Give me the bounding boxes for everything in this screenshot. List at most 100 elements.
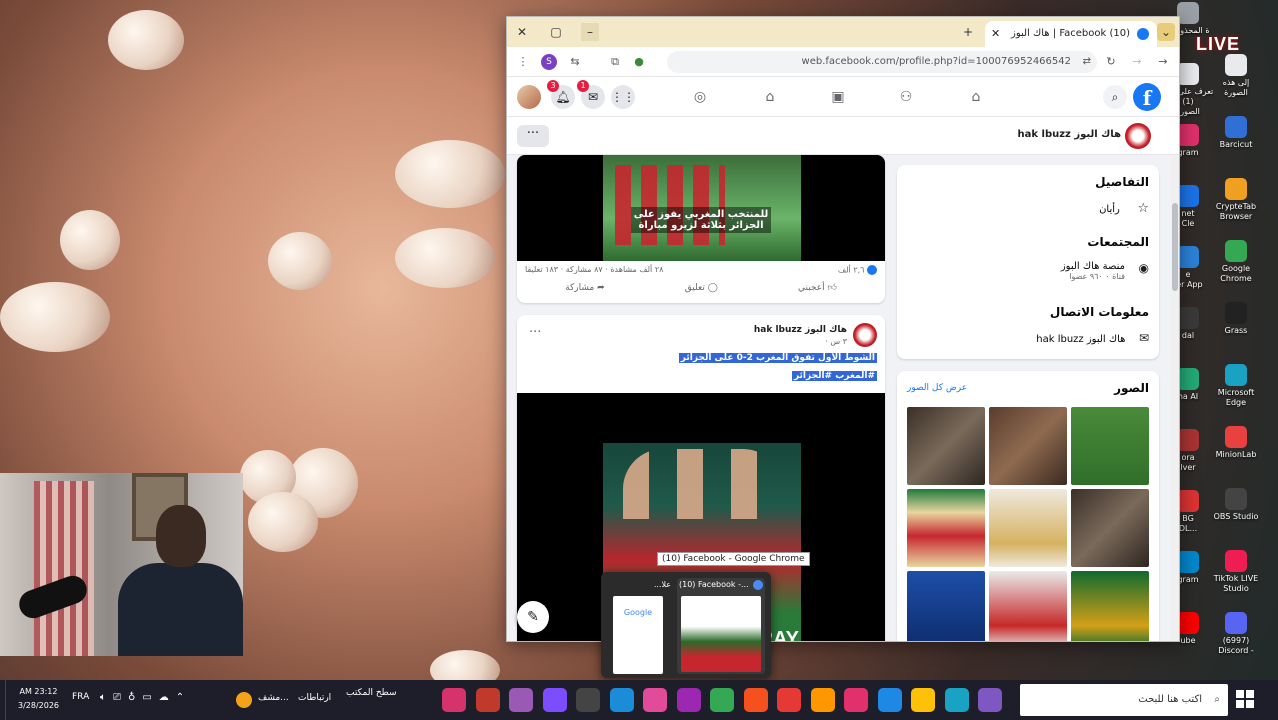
shares-count[interactable]: ٨٧ مشاركة [566,265,603,274]
photo-thumb[interactable] [1071,571,1149,641]
home-icon[interactable]: ⌂ [967,88,985,106]
close-window-button[interactable]: ✕ [513,23,531,41]
page-scrollbar[interactable] [1171,155,1179,641]
desktop-icon[interactable]: Grass [1206,302,1266,336]
preview-window-2[interactable]: (10) Facebook -... [677,578,765,674]
desktop-icon[interactable]: MinionLab [1206,426,1266,460]
menu-button[interactable]: ⋮⋮ [611,85,635,109]
contact-row[interactable]: ✉ هاك البوز hak lbuzz [1036,331,1149,345]
photo-thumb[interactable] [907,489,985,567]
taskbar-app-icon[interactable] [944,688,969,712]
maximize-window-button[interactable]: ▢ [547,23,565,41]
mic-tray-icon[interactable]: ♁ [128,692,142,703]
preview-close-icon[interactable] [753,580,763,590]
profile-avatar-small[interactable] [1125,123,1151,149]
account-avatar[interactable] [517,85,541,109]
desktop-icon[interactable]: TikTok LIVE Studio [1206,550,1266,594]
marketplace-icon[interactable]: ⌂ [761,88,779,106]
comment-button[interactable]: ◯ تعليق [685,283,718,299]
menu-dots-icon[interactable]: ⋮ [515,54,531,70]
post-2-time[interactable]: ٣ س · [825,337,847,346]
address-bar[interactable]: web.facebook.com/profile.php?id=10007695… [667,51,1097,73]
profile-extension-icon[interactable]: S [541,54,557,70]
close-tab-icon[interactable]: ✕ [991,21,1000,47]
photo-thumb[interactable] [1071,489,1149,567]
start-button[interactable] [1236,690,1254,708]
taskbar-app-icon[interactable] [676,688,701,712]
comments-count[interactable]: ١٨٣ تعليقا [525,265,558,274]
cloud-icon[interactable]: ☁ [159,692,176,703]
widget-label-2[interactable]: ارتباطات [298,693,331,703]
taskbar-app-icon[interactable] [911,688,935,712]
taskbar-app-icon[interactable] [542,688,567,712]
desktop-icon[interactable]: OBS Studio [1206,488,1266,522]
photo-thumb[interactable] [989,489,1067,567]
search-button[interactable]: ⌕ [1103,85,1127,109]
desktop-icon[interactable]: CrypteTab Browser [1206,178,1266,222]
network-icon[interactable]: ⎚ [113,692,128,703]
compose-button[interactable]: ✎ [517,601,549,633]
back-icon[interactable]: → [1155,54,1171,70]
site-settings-icon[interactable]: ⇄ [1083,51,1091,73]
battery-icon[interactable]: ▭ [142,692,158,703]
tab-facebook[interactable]: ✕ هاك البوز | Facebook (10) [985,21,1157,47]
language-indicator[interactable]: FRA [72,692,89,702]
desktop-icon[interactable]: إلى هذه الصورة [1206,54,1266,98]
clock[interactable]: AM 23:12 3/28/2026 [18,685,59,713]
photo-thumb[interactable] [1071,407,1149,485]
photo-thumb[interactable] [907,571,985,641]
forward-icon[interactable]: → [1129,54,1145,70]
gaming-icon[interactable]: ◎ [691,88,709,106]
minimize-window-button[interactable]: – [581,23,599,41]
widget-label-3[interactable]: سطح المكتب [346,688,397,698]
desktop-icon[interactable]: Microsoft Edge [1206,364,1266,408]
tab-search-button[interactable]: ⌄ [1157,23,1175,41]
taskbar-search[interactable]: اكتب هنا للبحث ⌕ [1020,684,1228,716]
watch-icon[interactable]: ▣ [829,88,847,106]
preview-window-1[interactable]: علا... Google [607,578,671,674]
post-2-more-button[interactable]: ··· [529,325,541,340]
taskbar-app-icon[interactable] [576,688,600,712]
puzzle-extensions-icon[interactable]: ⧉ [607,54,623,70]
weather-widget-icon[interactable] [236,692,252,708]
post-2-author[interactable]: هاك البوز hak lbuzz [754,325,847,335]
photo-thumb[interactable] [989,407,1067,485]
community-row[interactable]: ◉ منصة هاك البوز فناة ٠ ٩٦٠ عضوا [1061,261,1149,281]
taskbar-app-icon[interactable] [442,688,466,712]
taskbar-app-icon[interactable] [609,688,634,712]
extension-green-icon[interactable]: ● [631,54,647,70]
widget-label-1[interactable]: مشف... [258,693,289,703]
show-desktop-strip[interactable] [0,680,6,720]
taskbar-app-icon[interactable] [978,688,1002,712]
photo-thumb[interactable] [989,571,1067,641]
new-tab-button[interactable]: + [959,23,977,41]
taskbar-app-icon[interactable] [844,688,868,712]
taskbar-app-icon[interactable] [710,688,734,712]
notifications-button[interactable]: 🔔︎ 3 [547,80,575,109]
taskbar-app-icon[interactable] [810,688,835,712]
post-1-media[interactable]: للمنتخب المغربي يفوز على الجزائر بثلاثة … [517,155,885,261]
reactions-count[interactable]: ٢,٦ ألف [838,266,865,275]
desktop-icon[interactable]: (6997) Discord - [1206,612,1266,656]
reload-icon[interactable]: ↻ [1103,54,1119,70]
desktop-icon[interactable]: Google Chrome [1206,240,1266,284]
desktop-icon[interactable]: Barcicut [1206,116,1266,150]
messenger-button[interactable]: ✉ 1 [577,80,605,109]
extension-icon[interactable]: ⇆ [567,54,583,70]
taskbar-app-icon[interactable] [877,688,902,712]
see-all-photos-link[interactable]: عرض كل الصور [907,383,967,393]
groups-icon[interactable]: ⚇ [897,88,915,106]
photo-thumb[interactable] [907,407,985,485]
taskbar-app-icon[interactable] [475,688,500,712]
scrollbar-thumb[interactable] [1172,203,1178,291]
post-2-hashtags[interactable]: #المغرب #الجزائر [791,371,877,381]
taskbar-app-icon[interactable] [743,688,768,712]
post-2-avatar[interactable] [853,323,877,347]
share-button[interactable]: ➦ مشاركة [565,283,604,299]
tray-expand-icon[interactable]: ⌃ [176,692,191,703]
facebook-logo[interactable]: f [1133,83,1161,111]
taskbar-app-icon[interactable] [509,688,533,712]
taskbar-app-icon[interactable] [643,688,667,712]
volume-icon[interactable]: 🔈︎ [100,692,113,703]
like-button[interactable]: 👍︎ أعجبني [798,283,837,299]
